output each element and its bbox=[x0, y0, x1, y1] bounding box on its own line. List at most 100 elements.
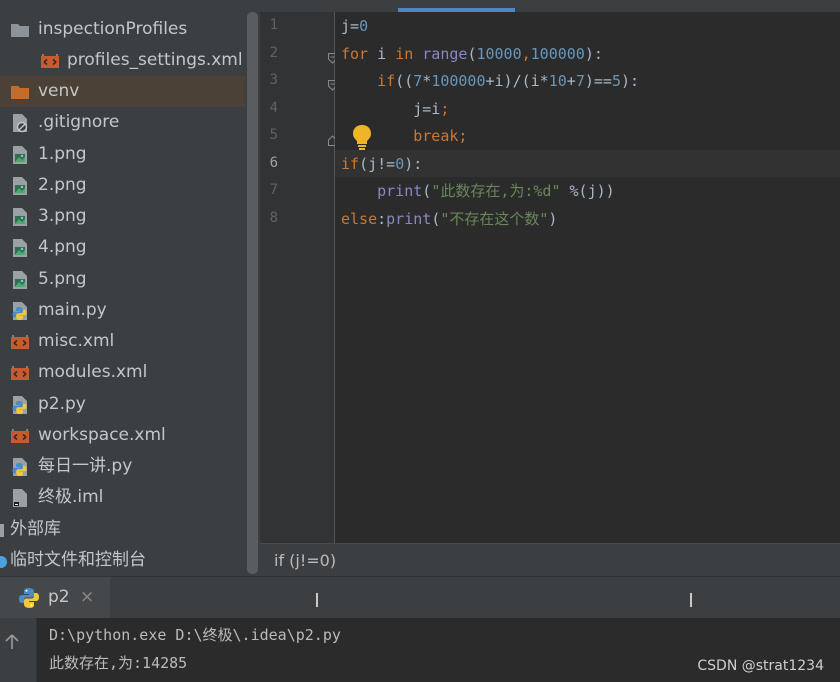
console-output-line: 此数存在,为:14285 bbox=[49, 654, 188, 672]
editor-gutter[interactable]: 1 2 3 4 5 6 7 8 bbox=[260, 12, 337, 543]
tree-item[interactable]: 临时文件和控制台 bbox=[0, 545, 245, 576]
image-file-icon bbox=[13, 208, 27, 226]
python-file-icon bbox=[12, 458, 27, 476]
tree-item[interactable]: 终极.iml bbox=[0, 482, 245, 513]
code-token: * bbox=[422, 72, 432, 90]
tree-item-label: workspace.xml bbox=[38, 425, 166, 445]
folder-icon bbox=[11, 24, 29, 37]
code-line[interactable]: j=0 bbox=[341, 13, 368, 40]
code-token: j=i bbox=[341, 99, 441, 118]
line-number[interactable]: 7 bbox=[260, 182, 278, 198]
code-token: ) bbox=[548, 209, 558, 228]
line-number[interactable]: 5 bbox=[260, 127, 278, 143]
code-token: if bbox=[341, 154, 360, 173]
tree-item-label: p2.py bbox=[38, 394, 86, 414]
python-icon bbox=[19, 588, 39, 608]
tree-item[interactable]: venv bbox=[0, 76, 245, 107]
tree-item[interactable]: misc.xml bbox=[0, 326, 245, 357]
run-tab-p2[interactable]: p2 × bbox=[0, 577, 110, 619]
tree-item[interactable]: inspectionProfiles bbox=[0, 14, 245, 45]
run-tab-label: p2 bbox=[48, 587, 70, 607]
close-icon[interactable]: × bbox=[80, 587, 94, 607]
tree-item-label: 终极.iml bbox=[38, 487, 104, 507]
tree-item-label: misc.xml bbox=[38, 331, 115, 351]
tree-item[interactable]: workspace.xml bbox=[0, 420, 245, 451]
code-token: "不存在这个数" bbox=[440, 209, 549, 228]
tree-item-label: modules.xml bbox=[38, 362, 148, 382]
project-tree[interactable]: inspectionProfiles profiles_settings.xmlv… bbox=[0, 0, 260, 576]
tree-item[interactable]: 5.png bbox=[0, 264, 245, 295]
breadcrumb-item[interactable]: if (j!=0) bbox=[274, 551, 336, 570]
xml-file-icon bbox=[11, 429, 29, 443]
code-token: i bbox=[368, 44, 396, 63]
code-line[interactable]: if(j!=0): bbox=[341, 151, 422, 178]
arrow-up-icon[interactable] bbox=[5, 634, 19, 650]
tree-item-label: .gitignore bbox=[38, 112, 120, 132]
console-command-line: D:\python.exe D:\终极\.idea\p2.py bbox=[49, 626, 341, 644]
code-token: in bbox=[395, 44, 414, 63]
tree-item-label: 5.png bbox=[38, 269, 87, 289]
xml-file-icon bbox=[41, 54, 59, 68]
tree-item-label: 外部库 bbox=[10, 519, 61, 539]
tree-item[interactable]: p2.py bbox=[0, 389, 245, 420]
image-file-icon bbox=[13, 239, 27, 257]
code-token: 7 bbox=[575, 72, 585, 90]
code-line[interactable]: for i in range(10000,100000): bbox=[341, 41, 603, 68]
lightbulb-icon[interactable] bbox=[351, 124, 373, 150]
divider bbox=[690, 593, 692, 607]
line-number[interactable]: 6 bbox=[260, 155, 278, 171]
code-line[interactable]: j=i; bbox=[341, 96, 449, 123]
line-number[interactable]: 1 bbox=[260, 17, 278, 33]
python-file-icon bbox=[12, 396, 27, 414]
code-token: ): bbox=[404, 154, 423, 173]
tree-item[interactable]: 每日一讲.py bbox=[0, 451, 245, 482]
code-token: break bbox=[413, 127, 459, 145]
tree-item[interactable]: 外部库 bbox=[0, 514, 245, 545]
code-token: (( bbox=[395, 72, 414, 90]
tree-item[interactable]: 1.png bbox=[0, 139, 245, 170]
tree-item-label: main.py bbox=[38, 300, 107, 320]
code-token: 10 bbox=[548, 72, 567, 90]
tree-item[interactable]: 4.png bbox=[0, 232, 245, 263]
code-token: ): bbox=[584, 44, 603, 63]
tree-scrollbar-thumb[interactable] bbox=[247, 12, 258, 574]
run-toolbar bbox=[0, 618, 37, 682]
tree-item[interactable]: main.py bbox=[0, 295, 245, 326]
code-token: for bbox=[341, 44, 369, 63]
tree-item-label: profiles_settings.xml bbox=[67, 50, 243, 70]
xml-file-icon bbox=[11, 366, 29, 380]
line-number[interactable]: 2 bbox=[260, 45, 278, 61]
code-token: if bbox=[377, 72, 396, 90]
tree-item-label: 2.png bbox=[38, 175, 87, 195]
code-token: : bbox=[377, 209, 387, 228]
image-file-icon bbox=[13, 177, 27, 195]
code-token: 5 bbox=[611, 72, 621, 90]
code-token: 0 bbox=[359, 17, 369, 35]
tree-item-label: 4.png bbox=[38, 237, 87, 257]
line-number[interactable]: 3 bbox=[260, 72, 278, 88]
code-editor[interactable]: j=0 for i in range(10000,100000): if((7*1… bbox=[335, 12, 840, 543]
code-token: )== bbox=[584, 72, 612, 90]
code-line[interactable]: print("此数存在,为:%d" %(j)) bbox=[341, 178, 615, 205]
watermark: CSDN @strat1234 bbox=[697, 658, 824, 674]
tree-scrollbar[interactable] bbox=[245, 0, 260, 576]
tree-item-label: venv bbox=[38, 81, 80, 101]
tree-item[interactable]: 2.png bbox=[0, 170, 245, 201]
line-number[interactable]: 8 bbox=[260, 210, 278, 226]
code-token: 10000 bbox=[476, 44, 522, 63]
python-file-icon bbox=[12, 302, 27, 320]
tree-item[interactable]: modules.xml bbox=[0, 357, 245, 388]
code-line[interactable]: else:print("不存在这个数") bbox=[341, 206, 557, 233]
code-line[interactable]: if((7*100000+i)/(i*10+7)==5): bbox=[341, 68, 639, 95]
code-token: print bbox=[377, 182, 423, 200]
breadcrumb[interactable]: if (j!=0) bbox=[260, 543, 840, 577]
tree-item[interactable]: 3.png bbox=[0, 201, 245, 232]
line-number[interactable]: 4 bbox=[260, 100, 278, 116]
tree-item[interactable]: .gitignore bbox=[0, 107, 245, 138]
divider bbox=[316, 593, 318, 607]
tree-item[interactable]: profiles_settings.xml bbox=[0, 45, 245, 76]
code-token: ; bbox=[440, 99, 450, 118]
